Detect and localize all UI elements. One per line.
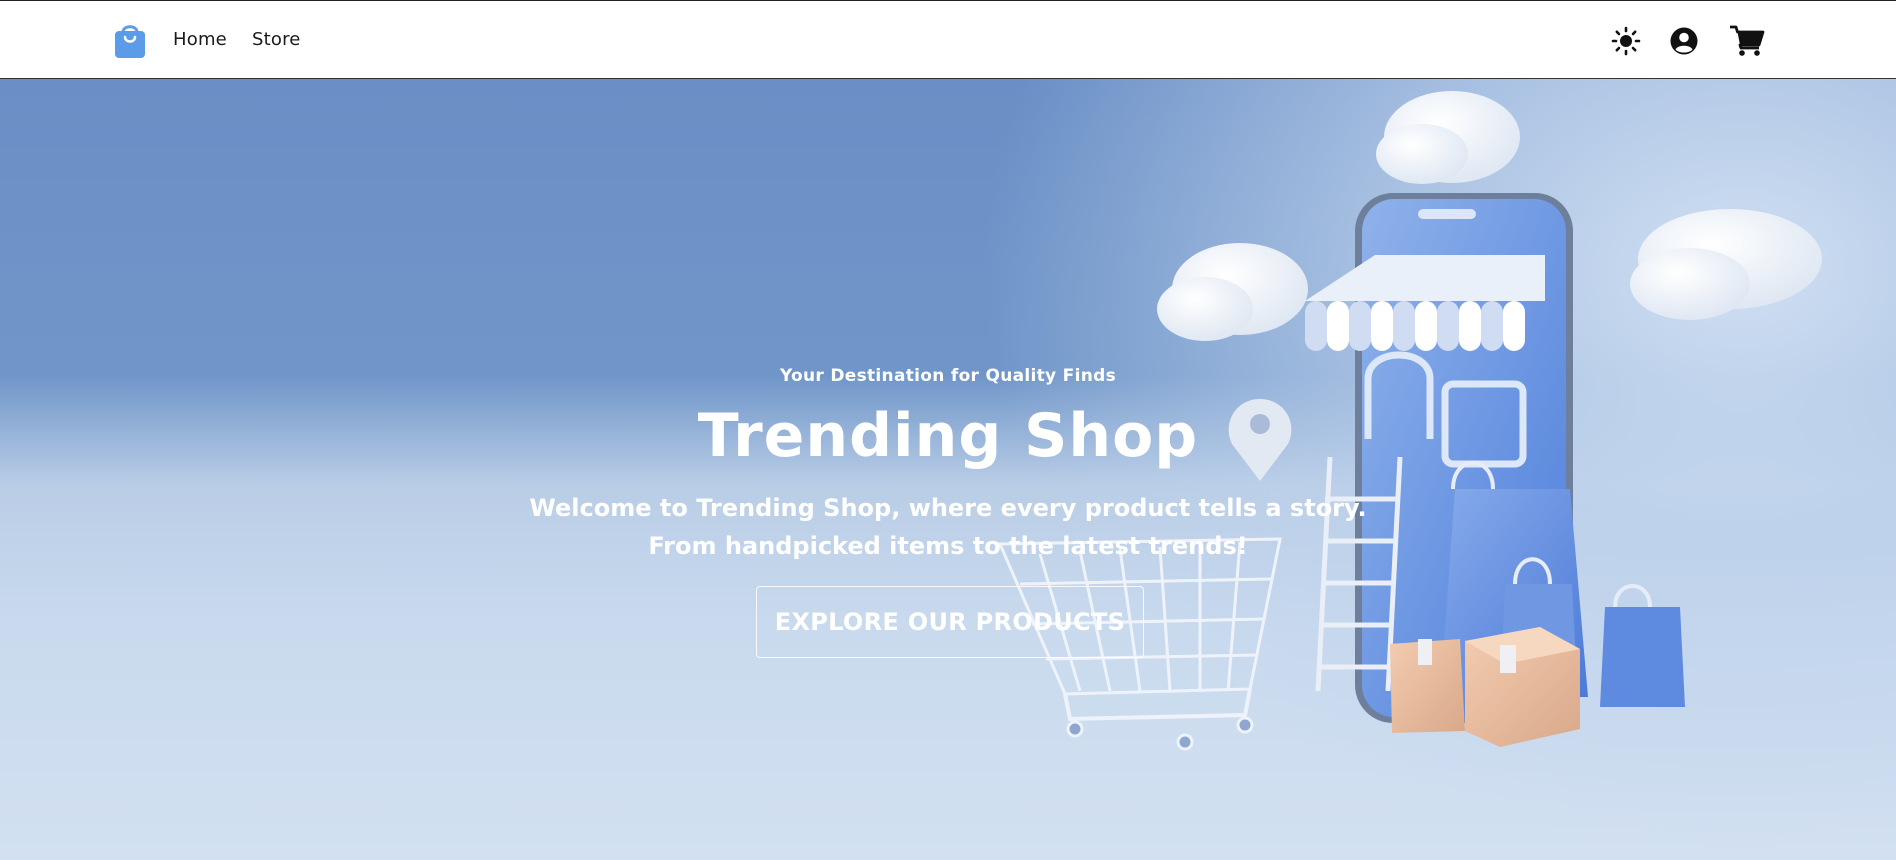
hero-title: Trending Shop	[697, 401, 1199, 471]
user-circle-icon[interactable]	[1666, 23, 1702, 59]
shopping-cart-icon[interactable]	[1727, 23, 1767, 59]
nav-link-home[interactable]: Home	[173, 29, 227, 50]
nav-link-store[interactable]: Store	[252, 29, 301, 50]
shopping-bag-icon[interactable]	[110, 20, 150, 60]
hero-description: Welcome to Trending Shop, where every pr…	[0, 489, 1896, 565]
hero-banner: Your Destination for Quality Finds Trend…	[0, 79, 1896, 860]
hero-description-line: Welcome to Trending Shop, where every pr…	[529, 494, 1367, 522]
cardboard-boxes-illustration	[1390, 627, 1580, 747]
top-navbar: Home Store	[0, 0, 1896, 79]
hero-description-line: From handpicked items to the latest tren…	[648, 532, 1248, 560]
explore-products-button[interactable]: EXPLORE OUR PRODUCTS	[756, 586, 1144, 658]
hero-tagline: Your Destination for Quality Finds	[780, 366, 1116, 386]
sun-icon[interactable]	[1608, 23, 1644, 59]
